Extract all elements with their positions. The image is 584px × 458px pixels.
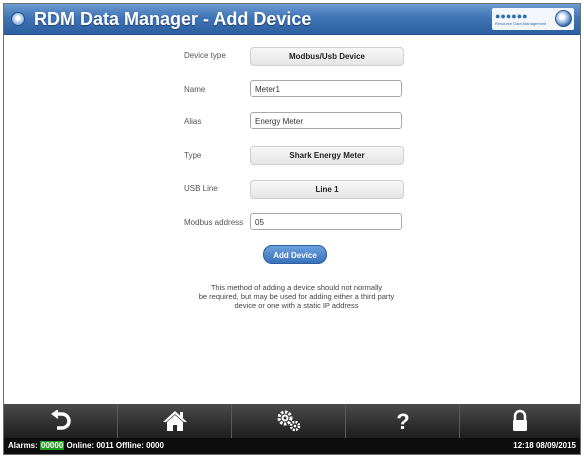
note-line: be required, but may be used for adding … <box>198 292 395 301</box>
alarms-label: Alarms: <box>8 441 38 450</box>
settings-gears-icon <box>277 410 300 432</box>
page-title: RDM Data Manager - Add Device <box>34 9 312 29</box>
company-logo: ●●●●●● Resource Data Management <box>492 8 574 30</box>
modbus-address-label: Modbus address <box>184 218 244 227</box>
alarms-count: 00000 <box>40 441 65 450</box>
usb-line-label: USB Line <box>184 184 218 193</box>
settings-button[interactable] <box>232 404 346 438</box>
back-button[interactable] <box>4 404 118 438</box>
svg-text:?: ? <box>396 409 409 433</box>
online-count: 0011 <box>96 441 114 450</box>
type-selector[interactable]: Shark Energy Meter <box>250 146 404 165</box>
logo-subtitle: Resource Data Management <box>495 21 547 26</box>
lock-icon <box>513 409 527 431</box>
globe-icon <box>555 10 572 27</box>
name-label: Name <box>184 85 206 94</box>
device-type-selector[interactable]: Modbus/Usb Device <box>250 47 404 66</box>
name-input[interactable]: Meter1 <box>250 80 402 97</box>
status-bar: Alarms: 00000 Online: 0011 Offline: 0000… <box>4 438 580 454</box>
note-line: This method of adding a device should no… <box>210 283 383 292</box>
status-counters: Alarms: 00000 Online: 0011 Offline: 0000 <box>8 438 164 454</box>
add-device-button[interactable]: Add Device <box>263 245 327 264</box>
alias-label: Alias <box>184 117 202 126</box>
home-icon <box>162 411 187 431</box>
alias-input[interactable]: Energy Meter <box>250 112 402 129</box>
help-button[interactable]: ? <box>346 404 460 438</box>
type-label: Type <box>184 151 202 160</box>
online-label: Online: <box>66 441 95 450</box>
menu-dot-icon[interactable] <box>11 12 25 26</box>
offline-count: 0000 <box>146 441 164 450</box>
title-bar: RDM Data Manager - Add Device ●●●●●● Res… <box>4 4 580 35</box>
status-datetime: 12:18 08/09/2015 <box>513 441 576 450</box>
info-note: This method of adding a device should no… <box>184 283 409 310</box>
usb-line-selector[interactable]: Line 1 <box>250 180 404 199</box>
help-icon: ? <box>396 409 409 433</box>
modbus-address-input[interactable]: 05 <box>250 213 402 230</box>
offline-label: Offline: <box>115 441 144 450</box>
note-line: device or one with a static IP address <box>234 301 359 310</box>
home-button[interactable] <box>118 404 232 438</box>
device-type-label: Device type <box>184 51 226 60</box>
lock-button[interactable] <box>460 404 580 438</box>
logo-dots: ●●●●●● <box>495 11 528 21</box>
bottom-toolbar: ? <box>4 404 580 438</box>
app-window: RDM Data Manager - Add Device ●●●●●● Res… <box>3 3 581 455</box>
back-icon <box>50 410 71 430</box>
